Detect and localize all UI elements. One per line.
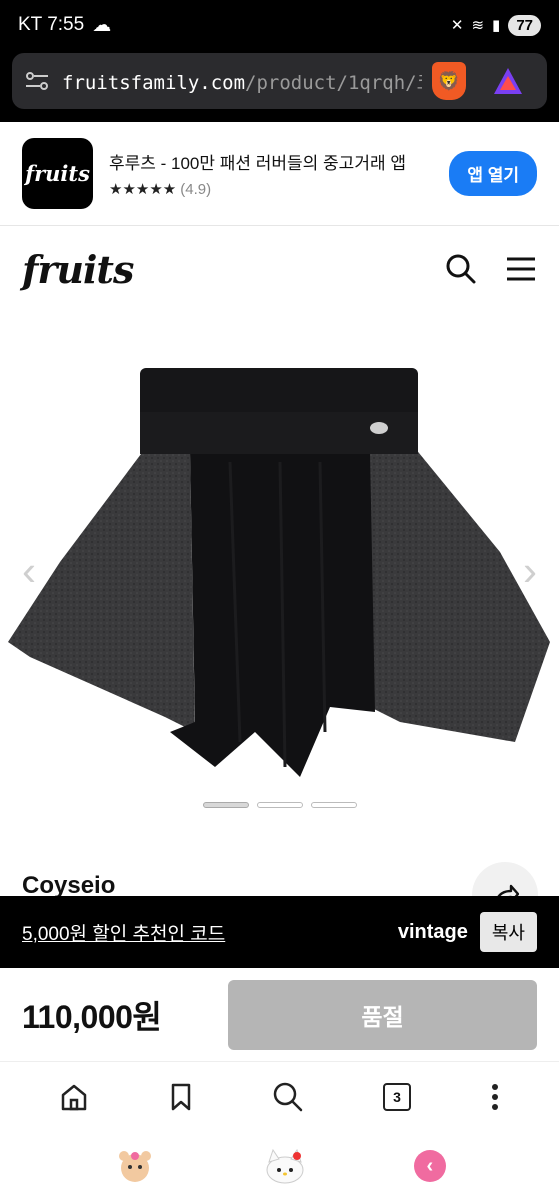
wifi-icon: ≋ — [471, 17, 485, 34]
home-kitty-icon[interactable] — [263, 1144, 307, 1188]
next-image-arrow-icon[interactable]: › — [523, 547, 537, 595]
copy-code-button[interactable]: 복사 — [479, 912, 537, 952]
more-options-icon[interactable] — [490, 1082, 500, 1112]
url-bar[interactable]: fruitsfamily.com/product/1qrqh/코( 🦁 — [12, 53, 547, 109]
mute-icon: ✕ — [450, 17, 464, 34]
url-path: /product/1qrqh/코( — [245, 71, 422, 94]
browser-bottom-nav: 3 — [0, 1062, 559, 1132]
app-title: 후루츠 - 100만 패션 러버들의 중고거래 앱 — [109, 154, 406, 173]
open-app-button[interactable]: 앱 열기 — [449, 151, 537, 196]
brave-shields-icon[interactable]: 🦁 — [432, 62, 466, 100]
bookmark-icon[interactable] — [168, 1082, 194, 1112]
menu-icon[interactable] — [505, 253, 537, 285]
search-nav-icon[interactable] — [272, 1081, 304, 1113]
back-icon[interactable]: ‹ — [413, 1150, 446, 1182]
tabs-count-button[interactable]: 3 — [383, 1083, 412, 1111]
site-header: fruits — [0, 226, 559, 312]
purchase-bar: 110,000원 품절 — [0, 968, 559, 1062]
sold-out-button[interactable]: 품절 — [228, 979, 537, 1050]
rating-stars-icon: ★★★★★ — [109, 181, 177, 198]
carousel-pagination — [0, 802, 559, 808]
referral-code: vintage — [397, 920, 468, 943]
promo-text[interactable]: 5,000원 할인 추천인 코드 — [22, 919, 225, 946]
recent-apps-bear-icon[interactable] — [113, 1144, 157, 1188]
app-logo: fruits — [22, 138, 93, 209]
signal-icon: ▮ — [492, 17, 501, 34]
pagination-dot[interactable] — [202, 802, 249, 808]
site-logo[interactable]: fruits — [22, 247, 134, 292]
site-settings-icon[interactable] — [24, 69, 50, 93]
browser-toolbar: fruitsfamily.com/product/1qrqh/코( 🦁 — [0, 50, 559, 122]
pagination-dot[interactable] — [310, 802, 357, 808]
system-navigation-bar: ‹ — [0, 1132, 559, 1200]
brave-rewards-icon[interactable] — [494, 68, 522, 94]
carrier-time: KT 7:55 — [18, 14, 85, 35]
product-image — [8, 368, 550, 777]
search-icon[interactable] — [445, 253, 477, 285]
app-install-banner: fruits 후루츠 - 100만 패션 러버들의 중고거래 앱 ★★★★★ (4… — [0, 122, 559, 226]
referral-promo-banner: 5,000원 할인 추천인 코드 vintage 복사 — [0, 896, 559, 968]
battery-indicator: 77 — [508, 14, 541, 36]
home-icon[interactable] — [59, 1082, 89, 1112]
app-rating: ★★★★★ (4.9) — [109, 180, 406, 198]
rating-value: (4.9) — [180, 181, 212, 198]
pagination-dot[interactable] — [256, 802, 303, 808]
url-host: fruitsfamily.com — [62, 71, 246, 94]
product-price: 110,000원 — [22, 998, 162, 1035]
status-bar: KT 7:55 ☁ ✕ ≋ ▮ 77 — [0, 0, 559, 50]
url-text[interactable]: fruitsfamily.com/product/1qrqh/코( — [62, 68, 422, 95]
product-image-carousel[interactable]: ‹ › — [0, 312, 559, 782]
weather-icon: ☁ — [92, 14, 112, 36]
previous-image-arrow-icon[interactable]: ‹ — [22, 547, 36, 595]
